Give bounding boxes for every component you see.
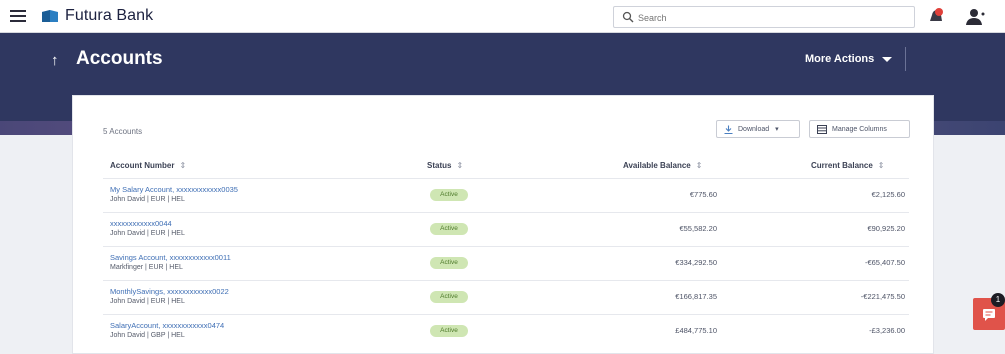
bank-logo-icon: [42, 10, 58, 22]
current-balance: €2,125.60: [871, 190, 905, 199]
download-label: Download: [738, 125, 770, 133]
account-details: Markfinger | EUR | HEL: [110, 264, 183, 271]
back-arrow-icon[interactable]: ↑: [51, 52, 59, 69]
sort-icon: ⇕: [179, 161, 187, 170]
available-balance: £484,775.10: [675, 326, 717, 335]
account-link[interactable]: Savings Account, xxxxxxxxxxxx0011: [110, 253, 231, 262]
chat-notification-badge: 1: [991, 293, 1005, 307]
header-divider: [905, 47, 906, 71]
chevron-down-icon: ▾: [775, 126, 779, 133]
status-badge: Active: [430, 257, 468, 269]
user-profile-icon[interactable]: [963, 8, 985, 26]
chevron-down-icon: [882, 56, 893, 62]
sort-icon: ⇕: [877, 161, 885, 170]
account-link[interactable]: MonthlySavings, xxxxxxxxxxxx0022: [110, 287, 229, 296]
account-details: John David | EUR | HEL: [110, 196, 185, 203]
sort-icon: ⇕: [456, 161, 464, 170]
table-row: SalaryAccount, xxxxxxxxxxxx0474 John Dav…: [103, 314, 909, 347]
column-header-current-balance[interactable]: Current Balance ⇕: [811, 161, 885, 170]
available-balance: €166,817.35: [675, 292, 717, 301]
page-title: Accounts: [76, 48, 163, 69]
search-input[interactable]: [638, 10, 898, 25]
sort-icon: ⇕: [695, 161, 703, 170]
column-header-status[interactable]: Status ⇕: [427, 161, 463, 170]
notification-bell-icon[interactable]: [926, 6, 946, 26]
current-balance: -€65,407.50: [864, 258, 905, 267]
hamburger-menu-icon[interactable]: [10, 10, 26, 22]
account-details: John David | EUR | HEL: [110, 230, 185, 237]
search-icon: [622, 11, 634, 23]
top-bar: Futura Bank: [0, 0, 1005, 33]
account-details: John David | EUR | HEL: [110, 298, 185, 305]
current-balance: €90,925.20: [867, 224, 905, 233]
more-actions-dropdown[interactable]: More Actions: [805, 53, 893, 65]
column-header-label: Current Balance: [811, 161, 873, 170]
column-header-account-number[interactable]: Account Number ⇕: [110, 161, 186, 170]
status-badge: Active: [430, 189, 468, 201]
account-details: John David | GBP | HEL: [110, 332, 185, 339]
columns-icon: [817, 124, 827, 134]
more-actions-label: More Actions: [805, 53, 875, 65]
status-badge: Active: [430, 223, 468, 235]
account-link[interactable]: My Salary Account, xxxxxxxxxxxx0035: [110, 185, 238, 194]
search-box[interactable]: [613, 6, 915, 28]
accounts-card: 5 Accounts Download ▾ Manage Columns Acc…: [72, 95, 934, 354]
column-header-available-balance[interactable]: Available Balance ⇕: [623, 161, 702, 170]
accounts-count: 5 Accounts: [103, 127, 143, 136]
table-row: xxxxxxxxxxxx0044 John David | EUR | HEL …: [103, 212, 909, 245]
column-header-label: Status: [427, 161, 452, 170]
brand-name: Futura Bank: [65, 7, 154, 24]
available-balance: €775.60: [689, 190, 717, 199]
current-balance: -€221,475.50: [860, 292, 905, 301]
manage-columns-label: Manage Columns: [832, 125, 887, 133]
available-balance: €55,582.20: [679, 224, 717, 233]
status-badge: Active: [430, 291, 468, 303]
account-link[interactable]: SalaryAccount, xxxxxxxxxxxx0474: [110, 321, 224, 330]
column-header-label: Account Number: [110, 161, 175, 170]
account-link[interactable]: xxxxxxxxxxxx0044: [110, 219, 172, 228]
current-balance: -£3,236.00: [869, 326, 905, 335]
table-row: My Salary Account, xxxxxxxxxxxx0035 John…: [103, 178, 909, 211]
manage-columns-button[interactable]: Manage Columns: [809, 120, 910, 138]
status-badge: Active: [430, 325, 468, 337]
available-balance: €334,292.50: [675, 258, 717, 267]
column-header-label: Available Balance: [623, 161, 691, 170]
table-row: Savings Account, xxxxxxxxxxxx0011 Markfi…: [103, 246, 909, 279]
download-icon: [724, 125, 733, 134]
download-button[interactable]: Download ▾: [716, 120, 800, 138]
table-row: MonthlySavings, xxxxxxxxxxxx0022 John Da…: [103, 280, 909, 313]
